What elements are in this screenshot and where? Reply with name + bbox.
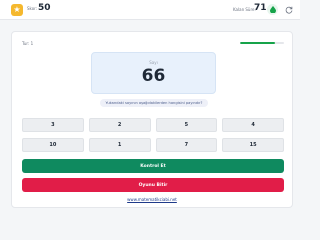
- answer-button[interactable]: 7: [155, 138, 218, 152]
- answer-button[interactable]: 1: [88, 138, 151, 152]
- answer-button[interactable]: 3: [22, 118, 84, 132]
- refresh-icon[interactable]: [283, 4, 294, 15]
- drop-icon[interactable]: [267, 4, 278, 15]
- site-link[interactable]: www.matematikciabi.net: [12, 197, 292, 202]
- score-value: 50: [38, 3, 51, 13]
- top-bar: ★ Skor: 50 Kalan Süre: 71: [0, 0, 300, 20]
- star-icon[interactable]: ★: [11, 4, 23, 16]
- target-number-box: Sayı 66: [91, 52, 216, 94]
- answer-button[interactable]: 10: [22, 138, 84, 152]
- answer-button[interactable]: 2: [88, 118, 151, 132]
- time-label: Kalan Süre:: [233, 7, 256, 12]
- answer-button[interactable]: 5: [155, 118, 218, 132]
- score-label: Skor:: [27, 6, 38, 11]
- question-text: Yukarıdaki sayının aşağıdakilerden hangi…: [100, 99, 208, 107]
- answer-button[interactable]: 4: [222, 118, 284, 132]
- game-card: Tur: 1 Sayı 66 Yukarıdaki sayının aşağıd…: [11, 31, 293, 208]
- progress-bar: [240, 42, 284, 44]
- number-caption: Sayı: [149, 60, 158, 65]
- round-label: Tur: 1: [22, 41, 34, 46]
- target-number: 66: [141, 66, 166, 86]
- answer-grid: 3 2 5 4 10 1 7 15: [22, 118, 284, 152]
- check-button[interactable]: Kontrol Et: [22, 159, 284, 173]
- progress-fill: [240, 42, 276, 44]
- end-game-button[interactable]: Oyunu Bitir: [22, 178, 284, 192]
- answer-button[interactable]: 15: [222, 138, 284, 152]
- time-value: 71: [254, 3, 267, 13]
